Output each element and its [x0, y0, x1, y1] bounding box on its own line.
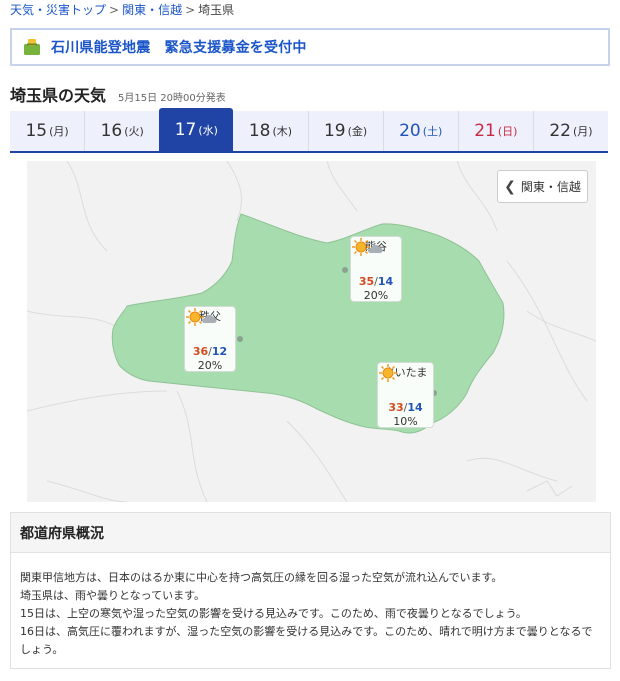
tab-22[interactable]: 22 (月)	[532, 111, 608, 151]
rain-probability: 20%	[197, 359, 223, 372]
temperature: 36/12	[192, 345, 228, 358]
temperature: 35/14	[358, 275, 394, 288]
temp-low: 12	[211, 345, 228, 358]
city-card-kumagaya[interactable]: 熊谷 35/14 20%	[350, 236, 402, 302]
tab-15[interactable]: 15 (月)	[10, 111, 84, 151]
tab-day: 22	[549, 121, 571, 141]
tab-18[interactable]: 18 (木)	[233, 111, 307, 151]
tab-day: 21	[474, 121, 496, 141]
tab-day: 20	[399, 121, 421, 141]
tab-weekday: (水)	[198, 123, 218, 137]
sunny-then-cloudy-icon	[351, 238, 401, 275]
tab-day: 19	[323, 121, 346, 141]
tab-weekday: (土)	[422, 125, 443, 138]
city-card-chichibu[interactable]: 秩父 36/12 20%	[184, 306, 236, 372]
rain-probability: 20%	[363, 289, 389, 302]
prefecture-summary: 都道府県概況 関東甲信地方は、日本のはるか東に中心を持つ高気圧の縁を回る湿った空…	[10, 512, 611, 669]
temp-low: 14	[377, 275, 394, 288]
summary-body: 関東甲信地方は、日本のはるか東に中心を持つ高気圧の縁を回る湿った空気が流れ込んで…	[11, 553, 610, 659]
summary-paragraph: 16日は、高気圧に覆われますが、湿った空気の影響を受ける見込みです。このため、晴…	[20, 625, 593, 656]
prefecture-map[interactable]: ❮ 関東・信越 熊谷 35/14 20% 秩父	[27, 161, 596, 502]
page-title: 埼玉県の天気	[10, 86, 107, 105]
back-to-kanto-button[interactable]: ❮ 関東・信越	[497, 170, 588, 203]
sunny-icon	[378, 364, 433, 401]
breadcrumb-separator: >	[109, 3, 120, 17]
date-tabs: 15 (月) 16 (火) 17 (水) 18 (木) 19 (金) 20 (土) 21 (日…	[10, 108, 608, 153]
temp-high: 33	[388, 401, 404, 414]
temp-high: 36	[192, 345, 209, 358]
tab-weekday: (月)	[49, 125, 69, 138]
tab-17-active[interactable]: 17 (水)	[159, 108, 234, 151]
map-canvas	[27, 161, 596, 502]
temperature: 33/14	[388, 401, 423, 414]
rain-probability: 10%	[393, 415, 418, 428]
tab-19[interactable]: 19 (金)	[307, 111, 383, 151]
summary-heading: 都道府県概況	[11, 513, 610, 553]
donation-banner[interactable]: 石川県能登地震 緊急支援募金を受付中	[10, 28, 610, 66]
breadcrumb-separator: >	[185, 3, 196, 17]
summary-paragraph: 埼玉県は、雨や曇りとなっています。	[20, 589, 206, 602]
donation-box-icon	[24, 39, 40, 55]
tab-day: 15	[25, 121, 48, 141]
tab-weekday: (火)	[124, 125, 144, 138]
tab-day: 18	[248, 121, 271, 141]
city-card-saitama[interactable]: さいたま 33/14 10%	[377, 362, 434, 428]
temp-low: 14	[407, 401, 423, 414]
tab-weekday: (日)	[497, 125, 518, 138]
breadcrumb-current: 埼玉県	[198, 3, 235, 17]
publish-time: 5月15日 20時00分発表	[118, 93, 226, 104]
breadcrumb-link-kanto[interactable]: 関東・信越	[122, 3, 182, 17]
summary-paragraph: 15日は、上空の寒気や湿った空気の影響を受ける見込みです。このため、雨で夜曇りと…	[20, 607, 527, 620]
breadcrumb: 天気・災害トップ > 関東・信越 > 埼玉県	[10, 2, 234, 18]
back-button-label: 関東・信越	[520, 180, 581, 194]
breadcrumb-link-weather-top[interactable]: 天気・災害トップ	[10, 3, 106, 17]
banner-text: 石川県能登地震 緊急支援募金を受付中	[51, 40, 307, 56]
tab-21[interactable]: 21 (日)	[457, 111, 533, 151]
temp-high: 35	[358, 275, 375, 288]
chevron-left-icon: ❮	[504, 178, 516, 195]
sunny-then-cloudy-icon	[185, 308, 235, 345]
summary-paragraph: 関東甲信地方は、日本のはるか東に中心を持つ高気圧の縁を回る湿った空気が流れ込んで…	[20, 571, 503, 584]
page-header: 埼玉県の天気 5月15日 20時00分発表	[10, 82, 226, 105]
tab-day: 17	[174, 119, 197, 140]
tab-20[interactable]: 20 (土)	[382, 111, 458, 151]
tab-16[interactable]: 16 (火)	[84, 111, 159, 151]
tab-weekday: (金)	[347, 125, 368, 138]
tab-day: 16	[100, 121, 123, 141]
tab-weekday: (木)	[272, 125, 293, 138]
tab-weekday: (月)	[572, 125, 593, 138]
